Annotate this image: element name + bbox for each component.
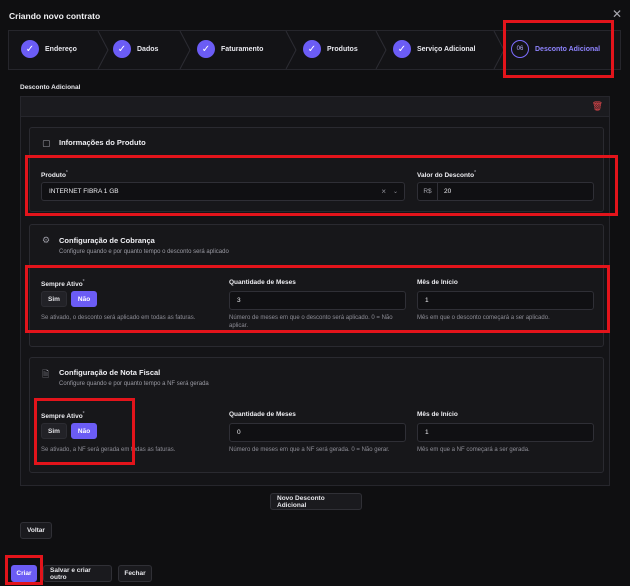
nf-card-title: Configuração de Nota Fiscal [59, 368, 161, 377]
valor-input[interactable]: R$ 20 [417, 182, 594, 201]
produto-card-title: Informações do Produto [59, 138, 146, 147]
sempre-ativo-toggle: Sim Não [41, 291, 98, 307]
divider [30, 156, 603, 157]
fechar-button[interactable]: Fechar [118, 565, 152, 582]
nf-card-desc: Configure quando e por quanto tempo a NF… [59, 381, 209, 387]
chevron-right-icon [97, 30, 109, 70]
close-icon[interactable]: ✕ [612, 7, 622, 21]
step-label: Serviço Adicional [417, 45, 476, 53]
chevron-right-icon [179, 30, 191, 70]
currency-prefix: R$ [418, 183, 438, 200]
check-icon: ✓ [393, 40, 411, 58]
check-icon: ✓ [113, 40, 131, 58]
cobranca-card-desc: Configure quando e por quanto tempo o de… [59, 249, 229, 255]
step-label: Desconto Adicional [535, 45, 601, 53]
mes-inicio-label: Mês de Início [417, 411, 458, 418]
trash-icon[interactable]: 🗑 [592, 101, 603, 112]
qtd-meses-label: Quantidade de Meses [229, 411, 296, 418]
check-icon: ✓ [303, 40, 321, 58]
nf-card: 🗎 Configuração de Nota Fiscal Configure … [29, 357, 604, 473]
mes-inicio-hint: Mês em que a NF começará a ser gerada. [417, 447, 530, 453]
mes-inicio-label: Mês de Início [417, 279, 458, 286]
step-endereco[interactable]: ✓ Endereço [21, 40, 77, 58]
chevron-right-icon [375, 30, 387, 70]
sempre-ativo-hint: Se ativado, a NF será gerada em todas as… [41, 447, 176, 453]
step-desconto-adicional[interactable]: 06 Desconto Adicional [511, 40, 600, 58]
novo-desconto-button[interactable]: Novo Desconto Adicional [270, 493, 362, 510]
step-label: Dados [137, 45, 159, 53]
sempre-ativo-hint: Se ativado, o desconto será aplicado em … [41, 315, 196, 321]
sim-button[interactable]: Sim [41, 423, 67, 439]
nao-button[interactable]: Não [70, 423, 98, 439]
valor-value: 20 [444, 188, 452, 195]
qtd-meses-input[interactable]: 0 [229, 423, 406, 442]
modal-title: Criando novo contrato [9, 11, 101, 21]
step-label: Faturamento [221, 45, 264, 53]
gear-icon: ⚙ [42, 235, 51, 245]
sim-button[interactable]: Sim [41, 291, 67, 307]
mes-inicio-input[interactable]: 1 [417, 291, 594, 310]
step-label: Endereço [45, 45, 77, 53]
mes-inicio-hint: Mês em que o desconto começará a ser apl… [417, 315, 550, 321]
valor-label: Valor do Desconto* [417, 170, 477, 180]
document-icon: 🗎 [42, 369, 50, 379]
check-icon: ✓ [21, 40, 39, 58]
step-produtos[interactable]: ✓ Produtos [303, 40, 358, 58]
step-label: Produtos [327, 45, 358, 53]
step-faturamento[interactable]: ✓ Faturamento [197, 40, 263, 58]
sempre-ativo-toggle: Sim Não [41, 423, 98, 439]
salvar-criar-outro-button[interactable]: Salvar e criar outro [43, 565, 112, 582]
produto-value: INTERNET FIBRA 1 GB [49, 188, 119, 195]
voltar-button[interactable]: Voltar [20, 522, 52, 539]
step-dados[interactable]: ✓ Dados [113, 40, 158, 58]
section-title: Desconto Adicional [20, 84, 81, 91]
discount-card: 🗑 ▢ Informações do Produto Produto* INTE… [20, 96, 610, 486]
sempre-ativo-label: Sempre Ativo* [41, 279, 85, 289]
discount-card-header: 🗑 [21, 97, 609, 117]
qtd-meses-hint: Número de meses em que a NF será gerada.… [229, 447, 390, 453]
mes-inicio-input[interactable]: 1 [417, 423, 594, 442]
cobranca-card-title: Configuração de Cobrança [59, 236, 155, 245]
qtd-meses-label: Quantidade de Meses [229, 279, 296, 286]
qtd-meses-input[interactable]: 3 [229, 291, 406, 310]
step-number: 06 [511, 40, 529, 58]
criar-button[interactable]: Criar [11, 565, 37, 582]
sempre-ativo-label: Sempre Ativo* [41, 411, 85, 421]
nao-button[interactable]: Não [70, 291, 98, 307]
box-icon: ▢ [42, 138, 51, 148]
produto-label: Produto* [41, 170, 68, 180]
chevron-right-icon [493, 30, 505, 70]
produto-select[interactable]: INTERNET FIBRA 1 GB × ⌄ [41, 182, 405, 201]
stepper: ✓ Endereço ✓ Dados ✓ Faturamento ✓ Produ… [8, 30, 621, 70]
qtd-meses-hint: Número de meses em que o desconto será a… [229, 315, 393, 329]
chevron-down-icon[interactable]: ⌄ [393, 188, 398, 195]
step-servico-adicional[interactable]: ✓ Serviço Adicional [393, 40, 475, 58]
check-icon: ✓ [197, 40, 215, 58]
produto-card: ▢ Informações do Produto Produto* INTERN… [29, 127, 604, 212]
cobranca-card: ⚙ Configuração de Cobrança Configure qua… [29, 224, 604, 347]
clear-icon[interactable]: × [381, 187, 386, 196]
chevron-right-icon [285, 30, 297, 70]
